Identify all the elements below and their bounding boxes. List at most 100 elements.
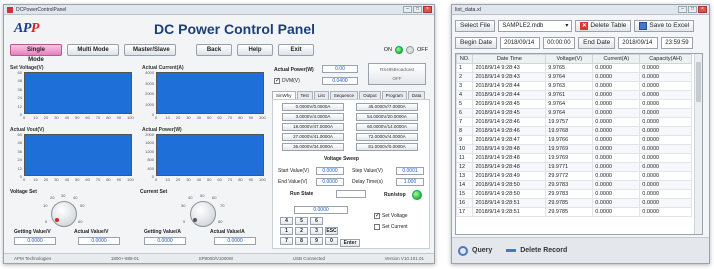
run-stop-button[interactable] (412, 190, 422, 200)
table-row[interactable]: 9 2018/9/14 9:28:47 19.9766 0.0000 0.0000 (456, 135, 692, 145)
preset-button[interactable]: 27.0000V/41.0000A (282, 133, 344, 141)
preset-button[interactable]: 3.0000V/4.0000A (282, 113, 344, 121)
table-row[interactable]: 14 2018/9/14 9:28:50 29.9783 0.0000 0.0000 (456, 180, 692, 190)
preset-button[interactable]: 72.0000V/4.0000A (356, 133, 418, 141)
delete-table-button[interactable]: ✕ Delete Table (575, 20, 632, 32)
column-header[interactable]: Current(A) (592, 54, 641, 64)
single-mode-button[interactable]: Single Mode (10, 44, 62, 63)
voltage-knob-indicator (55, 218, 59, 222)
minimize-button[interactable]: – (403, 6, 412, 13)
table-cell: 2018/9/14 9:28:43 (472, 72, 547, 82)
table-cell: 8 (456, 126, 474, 136)
step-value-input[interactable]: 0.0001 (396, 167, 424, 175)
table-cell: 14 (456, 180, 474, 190)
tab-sequence[interactable]: Sequence (329, 91, 359, 99)
table-row[interactable]: 8 2018/9/14 9:28:46 19.9768 0.0000 0.0000 (456, 126, 692, 136)
scroll-thumb[interactable] (696, 62, 701, 102)
table-row[interactable]: 3 2018/9/14 9:28:44 9.9763 0.0000 0.0000 (456, 81, 692, 91)
close-button[interactable]: × (698, 6, 707, 13)
preset-button[interactable]: 36.0000V/34.0000A (282, 143, 344, 151)
table-row[interactable]: 15 2018/9/14 9:28:50 29.9783 0.0000 0.0000 (456, 189, 692, 199)
tab-list[interactable]: List (313, 91, 329, 99)
preset-button[interactable]: 18.0000V/47.0000A (282, 123, 344, 131)
maximize-button[interactable]: □ (688, 6, 697, 13)
table-row[interactable]: 10 2018/9/14 9:28:48 19.9769 0.0000 0.0000 (456, 144, 692, 154)
minimize-button[interactable]: – (678, 6, 687, 13)
rs485-broadcast-button[interactable]: RS485Broadcast OFF (368, 63, 426, 85)
end-date-input[interactable]: 2018/09/14 (618, 37, 659, 49)
tab-program[interactable]: Program (381, 91, 407, 99)
table-row[interactable]: 13 2018/9/14 9:28:49 29.9772 0.0000 0.0000 (456, 171, 692, 181)
close-button[interactable]: × (423, 6, 432, 13)
x-tick-label: 30 (54, 115, 59, 120)
preset-button[interactable]: 54.0000V/20.0000A (356, 113, 418, 121)
file-select[interactable]: SAMPLE2.mdb ▾ (498, 20, 573, 32)
keypad-key[interactable]: 9 (310, 237, 323, 245)
x-tick-label: 20 (175, 177, 181, 182)
master-slave-button[interactable]: Master/Slave (124, 44, 176, 56)
preset-button[interactable]: 60.0000V/14.0000A (356, 123, 418, 131)
voltage-knob[interactable] (51, 201, 77, 227)
query-button[interactable]: Query (458, 245, 492, 256)
keypad-key[interactable]: 5 (295, 217, 308, 225)
tab-data[interactable]: Data (407, 91, 426, 99)
column-header[interactable]: Date Time (472, 54, 547, 64)
maximize-button[interactable]: □ (413, 6, 422, 13)
exit-button[interactable]: Exit (278, 44, 314, 56)
start-value-input[interactable]: 0.0000 (316, 167, 344, 175)
begin-date-input[interactable]: 2018/09/14 (500, 37, 541, 49)
keypad-key[interactable]: 7 (280, 237, 293, 245)
set-current-checkbox[interactable]: Set Current (374, 224, 408, 230)
keypad-key[interactable]: 6 (310, 217, 323, 225)
table-cell: 19.9769 (545, 153, 594, 163)
chart-plot (24, 72, 132, 114)
chart-title: Actual Power(W) (142, 127, 182, 133)
table-row[interactable]: 12 2018/9/14 9:28:48 19.9771 0.0000 0.0000 (456, 162, 692, 172)
enter-key[interactable]: Enter (340, 239, 360, 247)
table-row[interactable]: 16 2018/9/14 9:28:51 29.9785 0.0000 0.0000 (456, 198, 692, 208)
table-row[interactable]: 7 2018/9/14 9:28:46 19.9757 0.0000 0.0000 (456, 117, 692, 127)
begin-time-input[interactable]: 00:00:00 (543, 37, 576, 49)
table-cell: 0.0000 (639, 189, 692, 199)
power-switch[interactable]: ON OFF (384, 46, 428, 54)
dvm-checkbox[interactable]: ✓ DVM(V) (274, 78, 300, 84)
preset-button[interactable]: 0.0000V/0.0000A (282, 103, 344, 111)
column-header[interactable]: Capacity(AH) (639, 54, 692, 64)
tab-sinwhy[interactable]: SinWhy (272, 91, 296, 99)
keypad-key[interactable]: 4 (280, 217, 293, 225)
table-row[interactable]: 5 2018/9/14 9:28:45 9.9764 0.0000 0.0000 (456, 99, 692, 109)
end-value-input[interactable]: 0.0000 (316, 178, 344, 186)
x-tick-label: 100 (127, 177, 134, 182)
table-row[interactable]: 11 2018/9/14 9:28:48 19.9769 0.0000 0.0000 (456, 153, 692, 163)
preset-button[interactable]: 81.0000V/0.0000A (356, 143, 418, 151)
tab-test[interactable]: Test (296, 91, 313, 99)
table-row[interactable]: 4 2018/9/14 9:28:44 9.9761 0.0000 0.0000 (456, 90, 692, 100)
column-header[interactable]: NO. (456, 54, 474, 64)
back-button[interactable]: Back (196, 44, 232, 56)
save-excel-button[interactable]: Save to Excel (634, 20, 695, 32)
table-row[interactable]: 17 2018/9/14 9:28:51 29.9785 0.0000 0.0000 (456, 207, 692, 217)
set-voltage-checkbox[interactable]: ✓ Set Voltage (374, 213, 408, 219)
multi-mode-button[interactable]: Multi Mode (67, 44, 119, 56)
keypad-key[interactable]: 1 (280, 227, 293, 235)
y-tick-label: 2000 (145, 91, 154, 96)
tab-output[interactable]: Output (359, 91, 381, 99)
keypad-key[interactable]: 2 (295, 227, 308, 235)
table-row[interactable]: 2 2018/9/14 9:28:43 9.9764 0.0000 0.0000 (456, 72, 692, 82)
delete-record-button[interactable]: Delete Record (506, 247, 567, 254)
select-file-button[interactable]: Select File (455, 20, 496, 32)
end-time-input[interactable]: 23:59:59 (661, 37, 694, 49)
help-button[interactable]: Help (237, 44, 273, 56)
preset-button[interactable]: 45.0000V/7.0000A (356, 103, 418, 111)
keypad-key[interactable]: 3 (310, 227, 323, 235)
keypad-key[interactable]: ESC (325, 227, 338, 235)
current-knob[interactable] (190, 201, 216, 227)
keypad-key[interactable]: 8 (295, 237, 308, 245)
table-cell: 11 (456, 153, 474, 163)
keypad-key[interactable]: 0 (325, 237, 338, 245)
delay-time-input[interactable]: 1.000 (396, 178, 424, 186)
column-header[interactable]: Voltage(V) (545, 54, 594, 64)
vertical-scrollbar[interactable] (694, 54, 702, 234)
table-row[interactable]: 6 2018/9/14 9:28:45 9.9764 0.0000 0.0000 (456, 108, 692, 118)
table-row[interactable]: 1 2018/9/14 9:28:43 9.9765 0.0000 0.0000 (456, 63, 692, 73)
